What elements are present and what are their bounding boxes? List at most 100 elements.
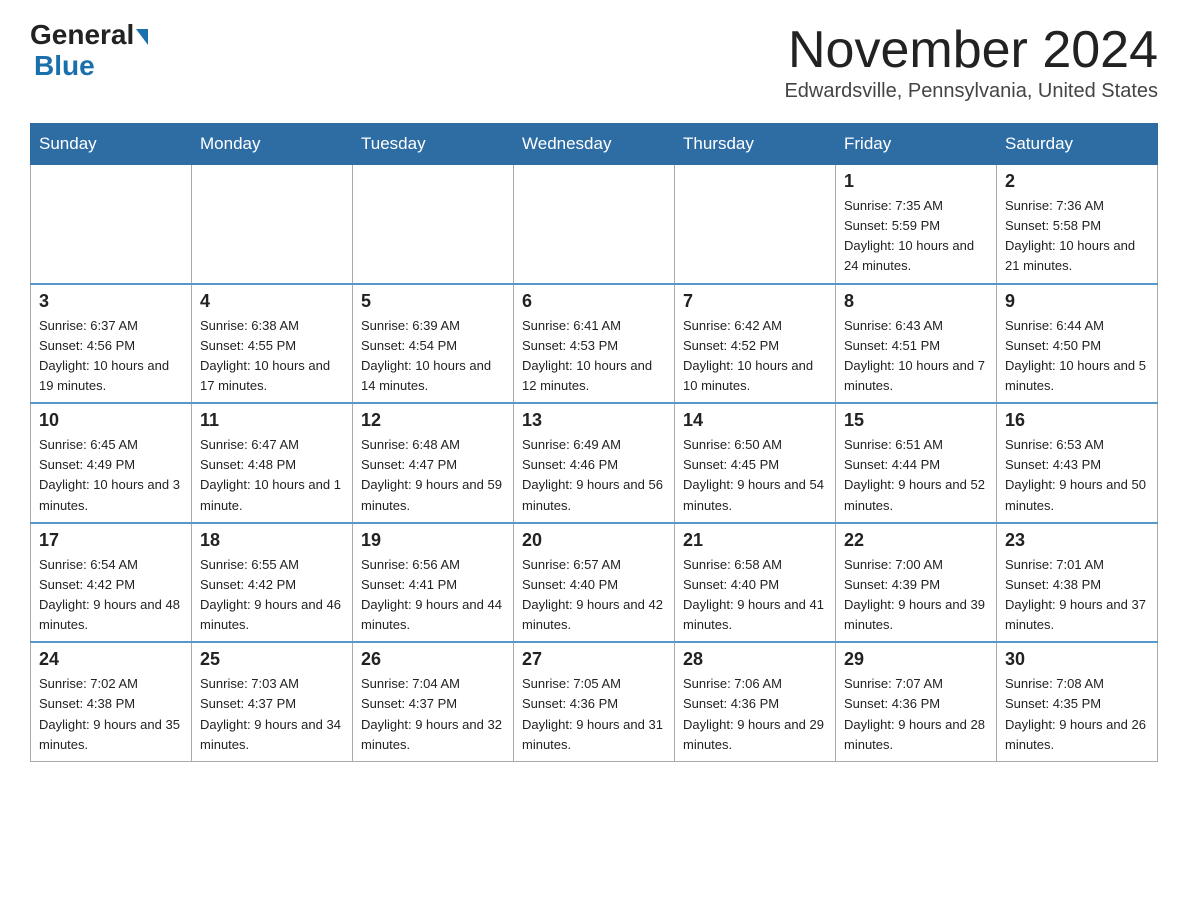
table-row: 21 Sunrise: 6:58 AMSunset: 4:40 PMDayligh… [675,523,836,643]
table-row: 14 Sunrise: 6:50 AMSunset: 4:45 PMDayligh… [675,403,836,523]
table-row: 5Sunrise: 6:39 AMSunset: 4:54 PMDaylight… [353,284,514,404]
table-row: 16 Sunrise: 6:53 AMSunset: 4:43 PMDayligh… [997,403,1158,523]
table-row: 1Sunrise: 7:35 AMSunset: 5:59 PMDaylight… [836,165,997,284]
table-row: 17 Sunrise: 6:54 AMSunset: 4:42 PMDayligh… [31,523,192,643]
day-number: 21 [683,530,827,551]
day-number: 1 [844,171,988,192]
table-row: 26 Sunrise: 7:04 AMSunset: 4:37 PMDayligh… [353,642,514,761]
week-row-3: 10 Sunrise: 6:45 AMSunset: 4:49 PMDayligh… [31,403,1158,523]
day-info: Sunrise: 6:51 AMSunset: 4:44 PMDaylight:… [844,435,988,516]
day-number: 30 [1005,649,1149,670]
table-row [675,165,836,284]
day-info: Sunrise: 7:01 AMSunset: 4:38 PMDaylight:… [1005,555,1149,636]
col-sunday: Sunday [31,124,192,165]
day-number: 25 [200,649,344,670]
page-header: General Blue November 2024 Edwardsville,… [30,20,1158,103]
logo: General [30,20,148,51]
day-info: Sunrise: 7:06 AMSunset: 4:36 PMDaylight:… [683,674,827,755]
day-number: 28 [683,649,827,670]
table-row: 12Sunrise: 6:48 AMSunset: 4:47 PMDayligh… [353,403,514,523]
day-number: 12 [361,410,505,431]
table-row: 3 Sunrise: 6:37 AMSunset: 4:56 PMDaylight… [31,284,192,404]
day-number: 9 [1005,291,1149,312]
calendar-header-row: Sunday Monday Tuesday Wednesday Thursday… [31,124,1158,165]
day-info: Sunrise: 7:36 AMSunset: 5:58 PMDaylight:… [1005,196,1149,277]
day-info: Sunrise: 6:54 AMSunset: 4:42 PMDaylight:… [39,555,183,636]
table-row: 9 Sunrise: 6:44 AMSunset: 4:50 PMDaylight… [997,284,1158,404]
day-info: Sunrise: 6:55 AMSunset: 4:42 PMDaylight:… [200,555,344,636]
table-row: 4 Sunrise: 6:38 AMSunset: 4:55 PMDaylight… [192,284,353,404]
table-row: 30 Sunrise: 7:08 AMSunset: 4:35 PMDayligh… [997,642,1158,761]
day-number: 4 [200,291,344,312]
table-row: 23 Sunrise: 7:01 AMSunset: 4:38 PMDayligh… [997,523,1158,643]
day-info: Sunrise: 7:08 AMSunset: 4:35 PMDaylight:… [1005,674,1149,755]
day-number: 27 [522,649,666,670]
table-row: 10 Sunrise: 6:45 AMSunset: 4:49 PMDayligh… [31,403,192,523]
day-info: Sunrise: 6:39 AMSunset: 4:54 PMDaylight:… [361,316,505,397]
col-saturday: Saturday [997,124,1158,165]
day-info: Sunrise: 6:43 AMSunset: 4:51 PMDaylight:… [844,316,988,397]
table-row: 20Sunrise: 6:57 AMSunset: 4:40 PMDayligh… [514,523,675,643]
table-row: 19 Sunrise: 6:56 AMSunset: 4:41 PMDayligh… [353,523,514,643]
table-row: 27Sunrise: 7:05 AMSunset: 4:36 PMDayligh… [514,642,675,761]
table-row: 28 Sunrise: 7:06 AMSunset: 4:36 PMDayligh… [675,642,836,761]
month-year-title: November 2024 [784,20,1158,80]
day-number: 17 [39,530,183,551]
day-info: Sunrise: 6:38 AMSunset: 4:55 PMDaylight:… [200,316,344,397]
table-row: 25 Sunrise: 7:03 AMSunset: 4:37 PMDayligh… [192,642,353,761]
table-row: 8 Sunrise: 6:43 AMSunset: 4:51 PMDaylight… [836,284,997,404]
day-number: 7 [683,291,827,312]
day-info: Sunrise: 6:44 AMSunset: 4:50 PMDaylight:… [1005,316,1149,397]
table-row: 18 Sunrise: 6:55 AMSunset: 4:42 PMDayligh… [192,523,353,643]
day-info: Sunrise: 6:37 AMSunset: 4:56 PMDaylight:… [39,316,183,397]
table-row: 24 Sunrise: 7:02 AMSunset: 4:38 PMDayligh… [31,642,192,761]
week-row-4: 17 Sunrise: 6:54 AMSunset: 4:42 PMDayligh… [31,523,1158,643]
day-number: 18 [200,530,344,551]
day-number: 26 [361,649,505,670]
logo-blue: Blue [34,51,95,82]
col-monday: Monday [192,124,353,165]
day-number: 22 [844,530,988,551]
col-tuesday: Tuesday [353,124,514,165]
day-number: 14 [683,410,827,431]
day-info: Sunrise: 6:56 AMSunset: 4:41 PMDaylight:… [361,555,505,636]
day-number: 2 [1005,171,1149,192]
day-number: 16 [1005,410,1149,431]
table-row: 29 Sunrise: 7:07 AMSunset: 4:36 PMDayligh… [836,642,997,761]
col-wednesday: Wednesday [514,124,675,165]
day-number: 24 [39,649,183,670]
day-number: 29 [844,649,988,670]
table-row: 13 Sunrise: 6:49 AMSunset: 4:46 PMDayligh… [514,403,675,523]
day-number: 19 [361,530,505,551]
table-row: 6Sunrise: 6:41 AMSunset: 4:53 PMDaylight… [514,284,675,404]
table-row: 2 Sunrise: 7:36 AMSunset: 5:58 PMDaylight… [997,165,1158,284]
day-info: Sunrise: 6:53 AMSunset: 4:43 PMDaylight:… [1005,435,1149,516]
table-row [31,165,192,284]
week-row-1: 1Sunrise: 7:35 AMSunset: 5:59 PMDaylight… [31,165,1158,284]
table-row: 11Sunrise: 6:47 AMSunset: 4:48 PMDayligh… [192,403,353,523]
day-info: Sunrise: 6:45 AMSunset: 4:49 PMDaylight:… [39,435,183,516]
day-number: 15 [844,410,988,431]
day-number: 23 [1005,530,1149,551]
table-row: 22Sunrise: 7:00 AMSunset: 4:39 PMDayligh… [836,523,997,643]
day-number: 13 [522,410,666,431]
day-info: Sunrise: 7:07 AMSunset: 4:36 PMDaylight:… [844,674,988,755]
day-info: Sunrise: 6:49 AMSunset: 4:46 PMDaylight:… [522,435,666,516]
col-friday: Friday [836,124,997,165]
col-thursday: Thursday [675,124,836,165]
table-row [353,165,514,284]
day-info: Sunrise: 6:58 AMSunset: 4:40 PMDaylight:… [683,555,827,636]
day-number: 3 [39,291,183,312]
week-row-5: 24 Sunrise: 7:02 AMSunset: 4:38 PMDayligh… [31,642,1158,761]
calendar-table: Sunday Monday Tuesday Wednesday Thursday… [30,123,1158,762]
table-row: 15 Sunrise: 6:51 AMSunset: 4:44 PMDayligh… [836,403,997,523]
day-info: Sunrise: 7:03 AMSunset: 4:37 PMDaylight:… [200,674,344,755]
week-row-2: 3 Sunrise: 6:37 AMSunset: 4:56 PMDaylight… [31,284,1158,404]
day-number: 10 [39,410,183,431]
title-area: November 2024 Edwardsville, Pennsylvania… [784,20,1158,103]
day-info: Sunrise: 7:02 AMSunset: 4:38 PMDaylight:… [39,674,183,755]
day-info: Sunrise: 7:04 AMSunset: 4:37 PMDaylight:… [361,674,505,755]
table-row: 7Sunrise: 6:42 AMSunset: 4:52 PMDaylight… [675,284,836,404]
day-number: 8 [844,291,988,312]
day-info: Sunrise: 6:50 AMSunset: 4:45 PMDaylight:… [683,435,827,516]
